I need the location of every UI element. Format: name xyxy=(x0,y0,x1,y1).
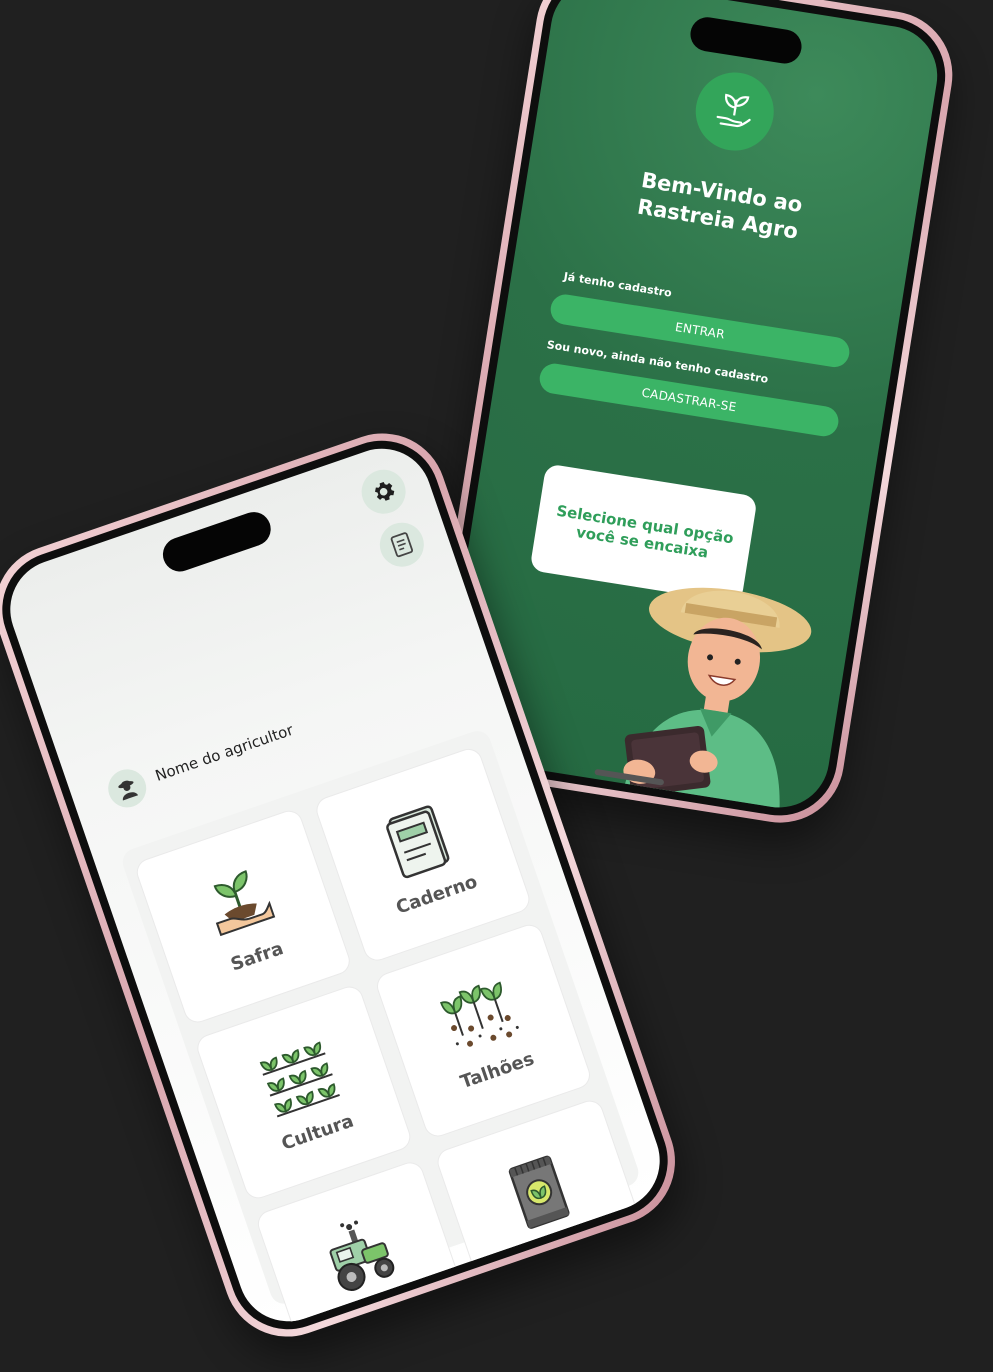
farmer-name: Nome do agricultor xyxy=(152,720,296,785)
welcome-title: Bem-Vindo ao Rastreia Agro xyxy=(523,149,917,263)
farmer-avatar-icon xyxy=(118,780,139,801)
dynamic-island xyxy=(158,507,276,577)
field-plots-icon xyxy=(439,981,519,1047)
plant-in-hand-icon xyxy=(213,869,276,936)
app-logo xyxy=(690,66,780,157)
gear-icon xyxy=(375,481,395,501)
tractor-icon xyxy=(329,1220,395,1291)
notebook-icon xyxy=(385,804,450,878)
settings-button[interactable] xyxy=(355,463,412,520)
tile-safra[interactable]: Safra xyxy=(133,806,354,1027)
tile-talhoes[interactable]: Talhões xyxy=(373,920,594,1141)
tile-insumos[interactable]: Insumos xyxy=(433,1096,655,1317)
tile-safra-label: Safra xyxy=(228,937,286,976)
tile-caderno[interactable]: Caderno xyxy=(312,745,534,965)
tile-cultura[interactable]: Cultura xyxy=(193,982,415,1203)
document-icon xyxy=(390,532,414,558)
menu-grid: Safra Caderno Cultura Talhões xyxy=(119,727,655,1335)
report-button[interactable] xyxy=(373,516,430,573)
seed-bag-icon xyxy=(508,1155,570,1229)
dynamic-island xyxy=(688,14,804,66)
farmer-avatar xyxy=(103,764,152,813)
sprout-hand-icon xyxy=(716,93,751,128)
existing-account-label: Já tenho cadastro xyxy=(562,269,673,300)
crop-rows-icon xyxy=(259,1041,340,1117)
